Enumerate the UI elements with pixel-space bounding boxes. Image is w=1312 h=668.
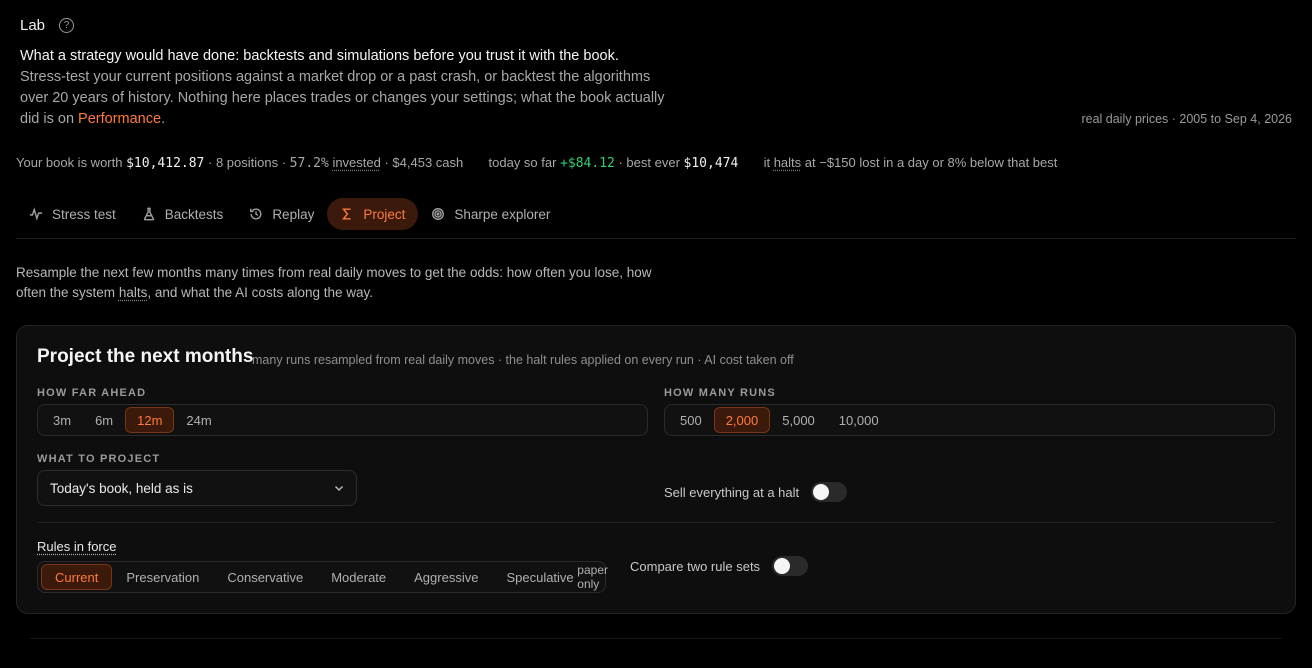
rules-option-aggressive[interactable]: Aggressive [400,564,492,590]
speculative-label: Speculative [506,569,574,585]
chevron-down-icon [335,486,343,491]
project-description: Resample the next few months many times … [16,263,656,303]
intro-text: What a strategy would have done: backtes… [20,46,680,130]
positions-count: 8 positions [215,155,279,170]
cash-value: $4,453 cash [392,155,464,170]
page-title: Lab ? [20,17,75,34]
project-label: WHAT TO PROJECT [37,453,161,465]
tab-label: Sharpe explorer [454,206,551,222]
speculative-note: paper only [577,563,608,591]
horizon-selector: 3m 6m 12m 24m [37,404,648,436]
rules-option-conservative[interactable]: Conservative [213,564,317,590]
today-label: today so far [488,155,557,170]
history-icon [250,208,262,220]
tabs-divider [16,238,1296,239]
tab-label: Backtests [164,206,224,222]
toggle-knob [774,558,791,574]
page-title-text: Lab [20,17,46,34]
runs-label: HOW MANY RUNS [664,387,776,399]
runs-option-10000[interactable]: 10,000 [827,407,891,433]
invested-pct: 57.2% [289,156,329,171]
halt-rule: at −$150 lost in a day or 8% below that … [804,155,1058,170]
target-icon [432,208,445,220]
runs-option-5000[interactable]: 5,000 [770,407,827,433]
today-value: +$84.12 [560,156,615,171]
horizon-label: HOW FAR AHEAD [37,387,147,399]
runs-option-2000[interactable]: 2,000 [713,407,771,433]
desc-post: , and what the AI costs along the way. [147,285,373,300]
tab-project[interactable]: Project [327,198,419,230]
rules-option-speculative[interactable]: Speculative paper only [492,563,622,591]
rules-option-moderate[interactable]: Moderate [317,564,400,590]
project-select[interactable]: Today's book, held as is [37,470,357,506]
runs-selector: 500 2,000 5,000 10,000 [664,404,1275,436]
horizon-option-12m[interactable]: 12m [125,407,175,433]
project-select-value: Today's book, held as is [50,480,193,496]
runs-option-500[interactable]: 500 [668,407,714,433]
worth-value: $10,412.87 [126,156,205,171]
tab-label: Replay [272,206,315,222]
horizon-option-3m[interactable]: 3m [41,407,83,433]
tab-replay[interactable]: Replay [236,198,327,230]
best-value: $10,474 [683,156,739,171]
flask-icon [143,207,154,221]
horizon-option-6m[interactable]: 6m [83,407,125,433]
tab-sharpe-explorer[interactable]: Sharpe explorer [418,198,563,230]
card-divider [37,522,1275,523]
compare-toggle[interactable] [772,556,809,576]
book-status: Your book is worth $10,412.87 · 8 positi… [16,155,1057,171]
data-range-note: real daily prices · 2005 to Sep 4, 2026 [1081,112,1292,126]
halt-pre: it [763,155,771,170]
card-title: Project the next months [37,346,254,367]
separator: · [278,155,290,170]
sell-at-halt-row: Sell everything at a halt [664,482,848,502]
rules-option-current[interactable]: Current [41,564,113,590]
tab-label: Project [363,206,406,222]
separator: · [204,155,216,170]
tab-stress-test[interactable]: Stress test [16,198,129,230]
rules-option-preservation[interactable]: Preservation [112,564,213,590]
sell-at-halt-toggle[interactable] [811,482,848,502]
card-subtitle: many runs resampled from real daily move… [252,353,794,367]
halts-term[interactable]: halts [119,285,148,300]
sell-at-halt-label: Sell everything at a halt [664,484,800,500]
compare-row: Compare two rule sets [630,556,809,576]
rules-label[interactable]: Rules in force [37,539,116,554]
intro-lead: What a strategy would have done: backtes… [20,48,619,64]
worth-label: Your book is worth [16,155,123,170]
help-icon[interactable]: ? [59,18,75,33]
best-label: · best ever [614,155,680,170]
separator: · [380,155,393,170]
sigma-icon [342,208,351,220]
toggle-knob [813,484,830,500]
compare-label: Compare two rule sets [630,558,761,574]
intro-end: . [161,111,166,127]
performance-link[interactable]: Performance [78,111,161,127]
rules-selector: Current Preservation Conservative Modera… [37,561,608,593]
invested-term[interactable]: invested [332,155,380,170]
pulse-icon [29,207,43,221]
tab-label: Stress test [52,206,116,222]
lab-tabs: Stress test Backtests Replay Project Sha… [16,198,563,230]
horizon-option-24m[interactable]: 24m [174,407,223,433]
next-section-edge [30,638,1282,639]
tab-backtests[interactable]: Backtests [129,198,237,230]
projection-card: Project the next months many runs resamp… [16,325,1296,614]
halts-term[interactable]: halts [774,155,801,170]
